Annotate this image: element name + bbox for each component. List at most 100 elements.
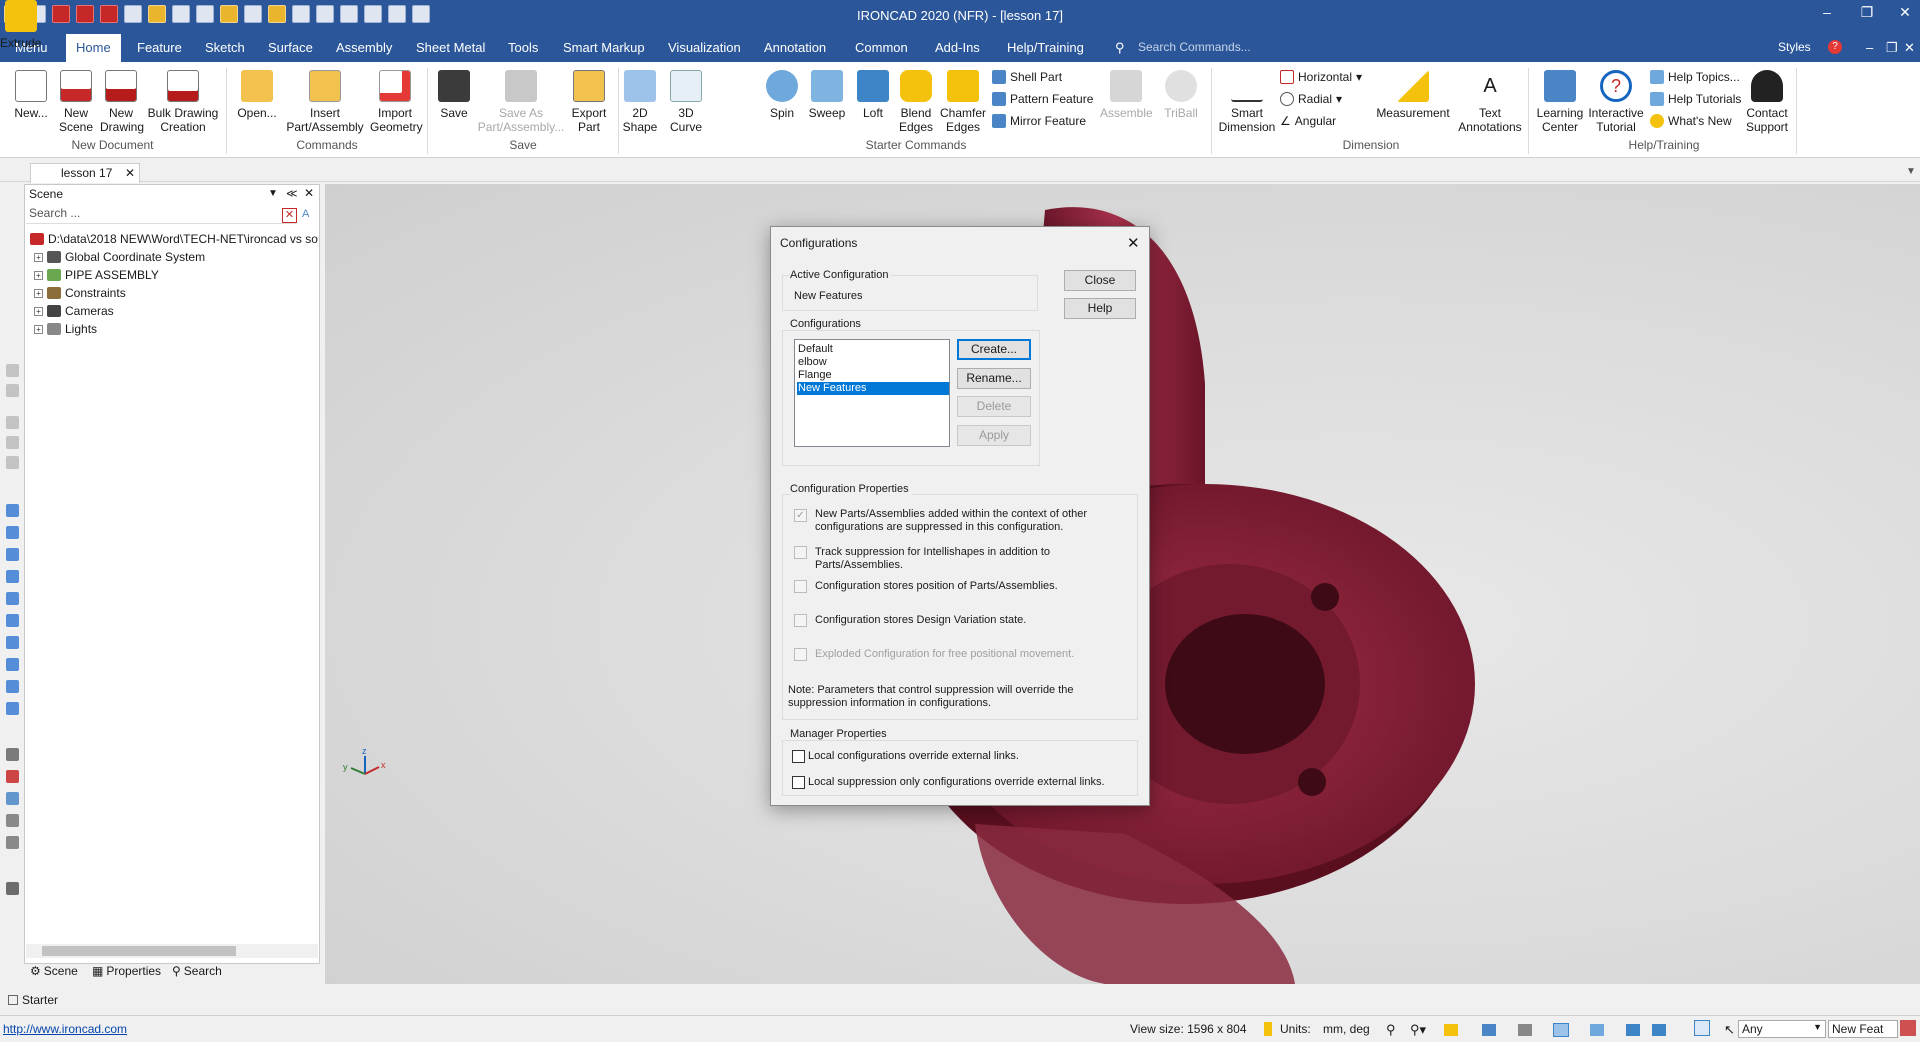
tool-icon[interactable] xyxy=(6,416,19,429)
pointer-icon[interactable]: ↖ xyxy=(1724,1022,1735,1038)
rename-button[interactable]: Rename... xyxy=(957,368,1031,389)
tab-surface[interactable]: Surface xyxy=(268,40,313,55)
tab-assembly[interactable]: Assembly xyxy=(336,40,392,55)
tree-node-constraints[interactable]: + Constraints xyxy=(34,286,126,300)
tree-node-cameras[interactable]: + Cameras xyxy=(34,304,114,318)
shell-part-button[interactable]: Shell Part xyxy=(992,70,1062,84)
measurement-button[interactable]: Measurement xyxy=(1370,70,1456,120)
tree-node-global-coordinate-system[interactable]: + Global Coordinate System xyxy=(34,250,205,264)
checkbox-suppress-new[interactable]: ✓ xyxy=(794,509,807,522)
contact-support-button[interactable]: Contact Support xyxy=(1740,70,1794,134)
help-tutorials-button[interactable]: Help Tutorials xyxy=(1650,92,1741,106)
panel-dropdown-icon[interactable]: ▼ xyxy=(268,188,278,199)
checkbox-store-design-variation[interactable] xyxy=(794,614,807,627)
tool-icon[interactable] xyxy=(6,680,19,693)
angular-button[interactable]: ∠ Angular xyxy=(1280,114,1336,128)
scrollbar-thumb[interactable] xyxy=(42,946,236,956)
tool-icon[interactable] xyxy=(6,702,19,715)
checkbox-store-position[interactable] xyxy=(794,580,807,593)
search-tab[interactable]: ⚲ Search xyxy=(172,964,222,978)
restore-icon[interactable]: ❐ xyxy=(1852,4,1882,21)
expand-icon[interactable]: + xyxy=(34,306,43,316)
tool-icon[interactable] xyxy=(6,836,19,849)
expand-icon[interactable]: + xyxy=(34,270,43,280)
tab-overflow-icon[interactable]: ▼ xyxy=(1906,166,1916,177)
website-link[interactable]: http://www.ironcad.com xyxy=(3,1022,127,1036)
selection-filter-icon[interactable] xyxy=(1444,1024,1458,1036)
loft-button[interactable]: Loft xyxy=(853,70,893,120)
text-tool-icon[interactable] xyxy=(6,882,19,895)
tab-visualization[interactable]: Visualization xyxy=(668,40,741,55)
checkbox-track-suppression[interactable] xyxy=(794,546,807,559)
minimize-icon[interactable]: – xyxy=(1812,4,1842,20)
tab-sketch[interactable]: Sketch xyxy=(205,40,245,55)
document-tab[interactable]: lesson 17 ✕ xyxy=(30,163,140,183)
tree-node-lights[interactable]: + Lights xyxy=(34,322,97,336)
checkbox-local-suppression-override[interactable] xyxy=(792,776,805,789)
tab-add-ins[interactable]: Add-Ins xyxy=(935,40,980,55)
text-annotations-button[interactable]: A Text Annotations xyxy=(1456,70,1524,134)
line-tool-icon[interactable] xyxy=(6,748,19,761)
list-item[interactable]: Default xyxy=(797,343,949,356)
help-topics-button[interactable]: Help Topics... xyxy=(1650,70,1740,84)
tool-icon[interactable] xyxy=(6,658,19,671)
tool-icon[interactable] xyxy=(6,526,19,539)
learning-center-button[interactable]: Learning Center xyxy=(1534,70,1586,134)
new-drawing-button[interactable]: New Drawing xyxy=(100,70,144,134)
interactive-tutorial-button[interactable]: ? Interactive Tutorial xyxy=(1586,70,1646,134)
radial-button[interactable]: Radial ▾ xyxy=(1280,92,1342,106)
config-manager-icon[interactable] xyxy=(1900,1020,1916,1036)
scene-search-input[interactable]: Search ... xyxy=(26,206,296,224)
configuration-select[interactable]: New Feat xyxy=(1828,1020,1898,1038)
view-option-icon[interactable] xyxy=(1518,1024,1532,1036)
zoom-icon[interactable]: ⚲ xyxy=(1386,1022,1396,1038)
import-geometry-button[interactable]: Import Geometry xyxy=(370,70,423,134)
render-mode-icon[interactable] xyxy=(1482,1024,1496,1036)
panel-close-icon[interactable]: ✕ xyxy=(304,186,314,200)
tool-icon[interactable] xyxy=(6,592,19,605)
select-cursor-icon[interactable] xyxy=(1694,1020,1710,1036)
orientation-icon[interactable] xyxy=(1626,1024,1640,1036)
tab-sheet-metal[interactable]: Sheet Metal xyxy=(416,40,485,55)
tool-icon[interactable] xyxy=(6,570,19,583)
tab-annotation[interactable]: Annotation xyxy=(764,40,826,55)
extrude-button[interactable]: Extrude xyxy=(0,0,41,50)
tab-common[interactable]: Common xyxy=(855,40,908,55)
assemble-button[interactable]: Assemble xyxy=(1100,70,1153,120)
list-item[interactable]: elbow xyxy=(797,356,949,369)
ribbon-restore-icon[interactable]: ❐ xyxy=(1886,40,1898,56)
tab-feature[interactable]: Feature xyxy=(137,40,182,55)
horizontal-button[interactable]: Horizontal ▾ xyxy=(1280,70,1362,84)
tool-icon[interactable] xyxy=(6,456,19,469)
pattern-feature-button[interactable]: Pattern Feature xyxy=(992,92,1093,106)
dialog-close-icon[interactable]: ✕ xyxy=(1127,234,1140,252)
tab-help-training[interactable]: Help/Training xyxy=(1007,40,1084,55)
configurations-list[interactable]: Default elbow Flange New Features xyxy=(794,339,950,447)
list-item[interactable]: Flange xyxy=(797,369,949,382)
sweep-button[interactable]: Sweep xyxy=(806,70,848,120)
tab-home[interactable]: Home xyxy=(66,34,121,62)
close-button[interactable]: Close xyxy=(1064,270,1136,291)
checkbox-exploded-config[interactable] xyxy=(794,648,807,661)
tool-icon[interactable] xyxy=(6,364,19,377)
filter-select[interactable]: Any ▼ xyxy=(1738,1020,1826,1038)
export-part-button[interactable]: Export Part xyxy=(566,70,612,134)
expand-icon[interactable]: + xyxy=(34,324,43,334)
tool-icon[interactable] xyxy=(6,548,19,561)
tool-icon[interactable] xyxy=(6,792,19,805)
smart-dimension-button[interactable]: Smart Dimension xyxy=(1218,70,1276,134)
chamfer-edges-button[interactable]: Chamfer Edges xyxy=(938,70,988,134)
styles-menu[interactable]: Styles xyxy=(1778,40,1811,54)
whats-new-button[interactable]: What's New xyxy=(1650,114,1732,128)
camera-view-icon[interactable] xyxy=(1652,1024,1666,1036)
new-button[interactable]: New... xyxy=(10,70,52,120)
shading-icon[interactable] xyxy=(1590,1024,1604,1036)
tool-icon[interactable] xyxy=(6,614,19,627)
open-button[interactable]: Open... xyxy=(234,70,280,120)
expand-icon[interactable]: + xyxy=(34,288,43,298)
close-tab-icon[interactable]: ✕ xyxy=(125,166,135,180)
tool-icon[interactable] xyxy=(6,636,19,649)
tree-root[interactable]: D:\data\2018 NEW\Word\TECH-NET\ironcad v… xyxy=(30,232,318,246)
spin-button[interactable]: Spin xyxy=(762,70,802,120)
blend-edges-button[interactable]: Blend Edges xyxy=(895,70,937,134)
